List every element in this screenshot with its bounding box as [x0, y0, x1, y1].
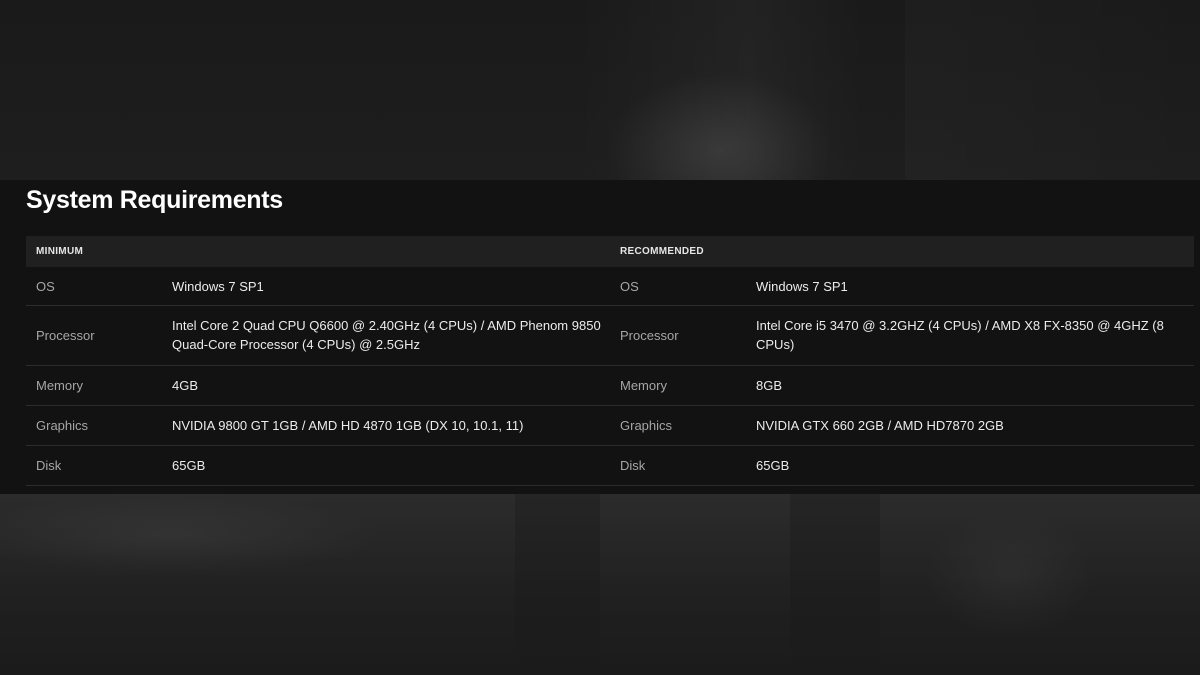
min-os-value: Windows 7 SP1: [172, 279, 264, 294]
rec-processor-value: Intel Core i5 3470 @ 3.2GHZ (4 CPUs) / A…: [756, 318, 1164, 352]
section-title: System Requirements: [26, 186, 283, 214]
rec-disk-value: 65GB: [756, 458, 790, 473]
background-blur-shape: [905, 0, 1200, 180]
table-header: MINIMUM RECOMMENDED: [26, 236, 1194, 267]
rec-disk-label: Disk: [620, 458, 646, 473]
rec-memory-value: 8GB: [756, 378, 783, 393]
min-memory-value: 4GB: [172, 378, 199, 393]
min-processor-value: Intel Core 2 Quad CPU Q6600 @ 2.40GHz (4…: [172, 318, 601, 352]
table-row: Disk 65GB Disk 65GB: [26, 446, 1194, 486]
table-row: OS Windows 7 SP1 OS Windows 7 SP1: [26, 267, 1194, 306]
min-disk-value: 65GB: [172, 458, 206, 473]
rec-memory-label: Memory: [620, 378, 667, 393]
requirements-table: MINIMUM RECOMMENDED OS Windows 7 SP1 OS …: [26, 236, 1194, 486]
min-graphics-value: NVIDIA 9800 GT 1GB / AMD HD 4870 1GB (DX…: [172, 418, 524, 433]
page: System Requirements MINIMUM RECOMMENDED …: [0, 0, 1200, 675]
rec-graphics-value: NVIDIA GTX 660 2GB / AMD HD7870 2GB: [756, 418, 1004, 433]
background-top-image: [0, 0, 1200, 180]
background-blur-shape: [575, 0, 865, 180]
background-blur-shape: [600, 494, 790, 675]
rec-os-value: Windows 7 SP1: [756, 279, 848, 294]
header-recommended: RECOMMENDED: [620, 246, 704, 257]
background-blur-shape: [0, 494, 515, 675]
min-os-label: OS: [36, 279, 55, 294]
background-blur-shape: [880, 494, 1200, 675]
min-memory-label: Memory: [36, 378, 83, 393]
table-row: Memory 4GB Memory 8GB: [26, 366, 1194, 406]
min-graphics-label: Graphics: [36, 418, 89, 433]
min-disk-label: Disk: [36, 458, 62, 473]
min-processor-label: Processor: [36, 328, 95, 343]
table-row: Processor Intel Core 2 Quad CPU Q6600 @ …: [26, 306, 1194, 366]
table-row: Graphics NVIDIA 9800 GT 1GB / AMD HD 487…: [26, 406, 1194, 446]
background-bottom-image: [0, 494, 1200, 675]
rec-graphics-label: Graphics: [620, 418, 673, 433]
header-minimum: MINIMUM: [36, 246, 84, 257]
rec-processor-label: Processor: [620, 328, 679, 343]
rec-os-label: OS: [620, 279, 639, 294]
